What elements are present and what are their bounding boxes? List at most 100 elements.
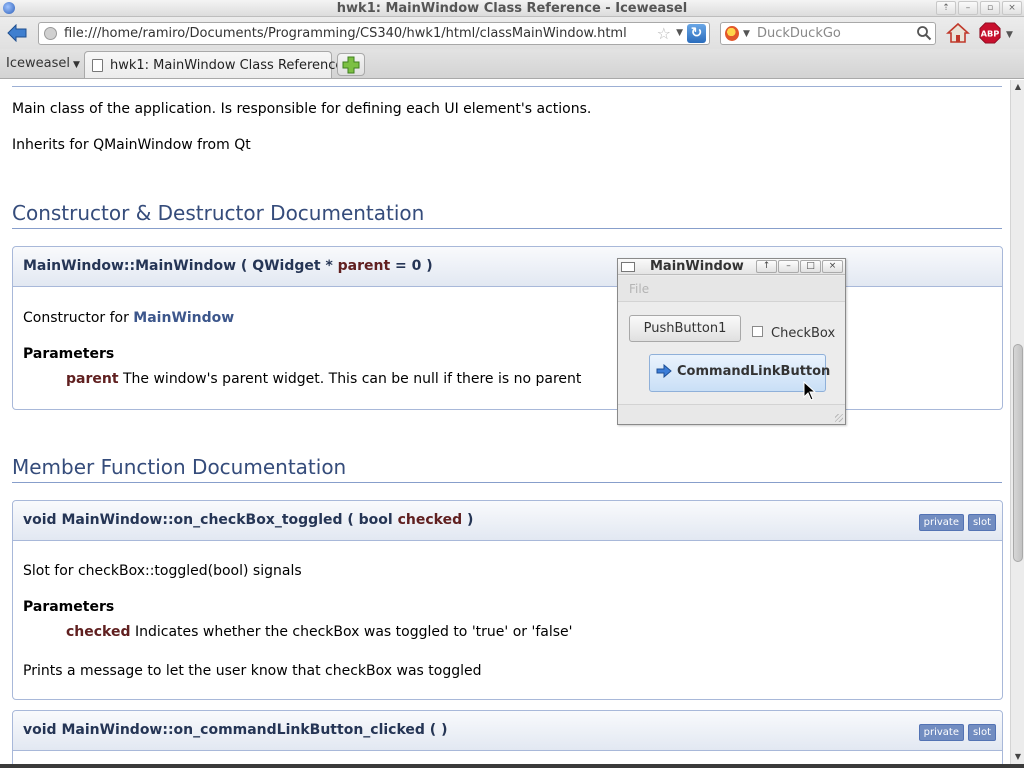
scrollbar-thumb[interactable] (1013, 344, 1023, 562)
param-description: The window's parent widget. This can be … (122, 371, 582, 387)
page-icon (92, 59, 103, 72)
section-heading-constructors: Constructor & Destructor Documentation (12, 201, 425, 225)
member-item-commandlink-clicked: void MainWindow::on_commandLinkButton_cl… (12, 710, 1003, 764)
qt-menu-file[interactable]: File (629, 282, 649, 296)
qt-maximize-button[interactable]: □ (800, 260, 821, 273)
qt-close-button[interactable]: × (822, 260, 843, 273)
member-tags: private slot (918, 514, 996, 531)
qt-shade-button[interactable]: ↑ (756, 260, 777, 273)
search-icon[interactable] (916, 25, 932, 41)
adblock-plus-button[interactable]: ABP (978, 22, 1002, 44)
push-button-1[interactable]: PushButton1 (629, 315, 741, 342)
engine-dropdown-icon[interactable]: ▼ (743, 29, 750, 39)
param-name: parent (66, 371, 119, 387)
param-description: Indicates whether the checkBox was toggl… (134, 624, 573, 640)
adblock-dropdown-icon[interactable]: ▼ (1006, 30, 1013, 40)
member-prototype: void MainWindow::on_commandLinkButton_cl… (13, 711, 1002, 751)
command-link-label: CommandLinkButton (677, 364, 831, 379)
page-content: Main class of the application. Is respon… (0, 80, 1010, 764)
home-button[interactable] (944, 20, 972, 46)
member-prototype: MainWindow::MainWindow ( QWidget * paren… (13, 247, 1002, 287)
url-bar[interactable]: file:///home/ramiro/Documents/Programmin… (38, 22, 710, 45)
vertical-scrollbar[interactable]: ▲ ▼ (1010, 80, 1024, 764)
qt-menubar: File (618, 276, 845, 302)
svg-text:ABP: ABP (981, 29, 1000, 39)
mouse-cursor-icon (803, 381, 817, 401)
window-close-button[interactable]: × (1002, 1, 1022, 15)
signature-param: parent (337, 258, 391, 274)
taskbar-edge (0, 764, 1024, 768)
member-tags: private slot (918, 724, 996, 741)
qt-statusbar (618, 404, 845, 424)
slot-tag: slot (967, 514, 996, 531)
reload-button[interactable]: ↻ (687, 24, 706, 43)
url-text[interactable]: file:///home/ramiro/Documents/Programmin… (64, 26, 627, 41)
scroll-up-icon[interactable]: ▲ (1011, 80, 1024, 94)
private-tag: private (918, 514, 964, 531)
section-rule (12, 228, 1002, 229)
slot-tag: slot (967, 724, 996, 741)
qt-system-menu-icon[interactable] (621, 262, 635, 272)
adblock-plus-icon: ABP (979, 22, 1001, 44)
param-row: parent The window's parent widget. This … (66, 371, 581, 387)
command-link-button[interactable]: CommandLinkButton (649, 354, 830, 392)
app-menu-chevron-icon: ▼ (72, 60, 80, 70)
plus-icon (342, 56, 360, 73)
tab-label: hwk1: MainWindow Class Reference (110, 58, 344, 73)
app-menu-button[interactable]: Iceweasel ▼ (6, 56, 80, 71)
member-prototype: void MainWindow::on_checkBox_toggled ( b… (13, 501, 1002, 541)
site-identity-icon[interactable] (44, 27, 57, 40)
signature-prefix: MainWindow::MainWindow ( QWidget * (23, 258, 338, 274)
description-text: Constructor for (23, 310, 134, 326)
member-signature: void MainWindow::on_checkBox_toggled ( b… (23, 512, 473, 528)
window-minimize-button[interactable]: – (958, 1, 978, 15)
search-bar[interactable]: ▼ (720, 22, 936, 45)
member-item-checkbox-toggled: void MainWindow::on_checkBox_toggled ( b… (12, 500, 1003, 700)
private-tag: private (918, 724, 964, 741)
scroll-down-icon[interactable]: ▼ (1011, 750, 1024, 764)
member-signature: MainWindow::MainWindow ( QWidget * paren… (23, 258, 433, 274)
inherits-note: Inherits for QMainWindow from Qt (12, 137, 251, 153)
member-description: Slot for checkBox::toggled(bool) signals (23, 563, 302, 579)
member-note: Prints a message to let the user know th… (23, 663, 482, 679)
search-input[interactable] (757, 25, 907, 42)
params-heading: Parameters (23, 599, 115, 615)
member-signature: void MainWindow::on_commandLinkButton_cl… (23, 722, 448, 738)
window-shade-button[interactable]: ⇡ (936, 1, 956, 15)
right-arrow-icon (656, 364, 672, 378)
section-heading-members: Member Function Documentation (12, 455, 347, 479)
signature-suffix: ) (462, 512, 474, 528)
signature-suffix: = 0 ) (390, 258, 433, 274)
section-rule (12, 482, 1002, 483)
checkbox[interactable] (752, 326, 763, 337)
qt-window-title: MainWindow (650, 259, 744, 274)
member-item-constructor: MainWindow::MainWindow ( QWidget * paren… (12, 246, 1003, 410)
qt-window-controls: ↑ – □ × (756, 260, 843, 273)
bookmark-star-icon[interactable]: ☆ (657, 24, 671, 43)
url-history-dropdown-icon[interactable]: ▼ (676, 28, 683, 38)
param-name: checked (66, 624, 131, 640)
new-tab-button[interactable] (337, 53, 365, 76)
param-row: checked Indicates whether the checkBox w… (66, 624, 572, 640)
tab-bar: Iceweasel ▼ hwk1: MainWindow Class Refere… (0, 49, 1024, 79)
top-divider (12, 86, 1002, 87)
mainwindow-link[interactable]: MainWindow (133, 310, 234, 326)
tab-active[interactable]: hwk1: MainWindow Class Reference (84, 51, 343, 78)
signature-param: checked (397, 512, 463, 528)
app-menu-label: Iceweasel (6, 56, 70, 71)
back-arrow-icon (7, 24, 27, 42)
signature-prefix: void MainWindow::on_checkBox_toggled ( b… (23, 512, 398, 528)
resize-grip-icon[interactable] (835, 414, 843, 422)
qt-minimize-button[interactable]: – (778, 260, 799, 273)
qt-titlebar[interactable]: MainWindow ↑ – □ × (618, 259, 845, 275)
back-button[interactable] (4, 21, 30, 45)
window-titlebar: hwk1: MainWindow Class Reference - Icewe… (0, 0, 1024, 17)
navigation-toolbar: file:///home/ramiro/Documents/Programmin… (0, 17, 1024, 49)
window-title: hwk1: MainWindow Class Reference - Icewe… (336, 1, 688, 16)
window-controls: ⇡ – ▫ × (936, 1, 1022, 15)
home-icon (946, 22, 970, 43)
checkbox-label[interactable]: CheckBox (771, 326, 835, 341)
member-description: Constructor for MainWindow (23, 310, 234, 326)
window-maximize-button[interactable]: ▫ (980, 1, 1000, 15)
duckduckgo-engine-icon[interactable] (725, 26, 739, 41)
